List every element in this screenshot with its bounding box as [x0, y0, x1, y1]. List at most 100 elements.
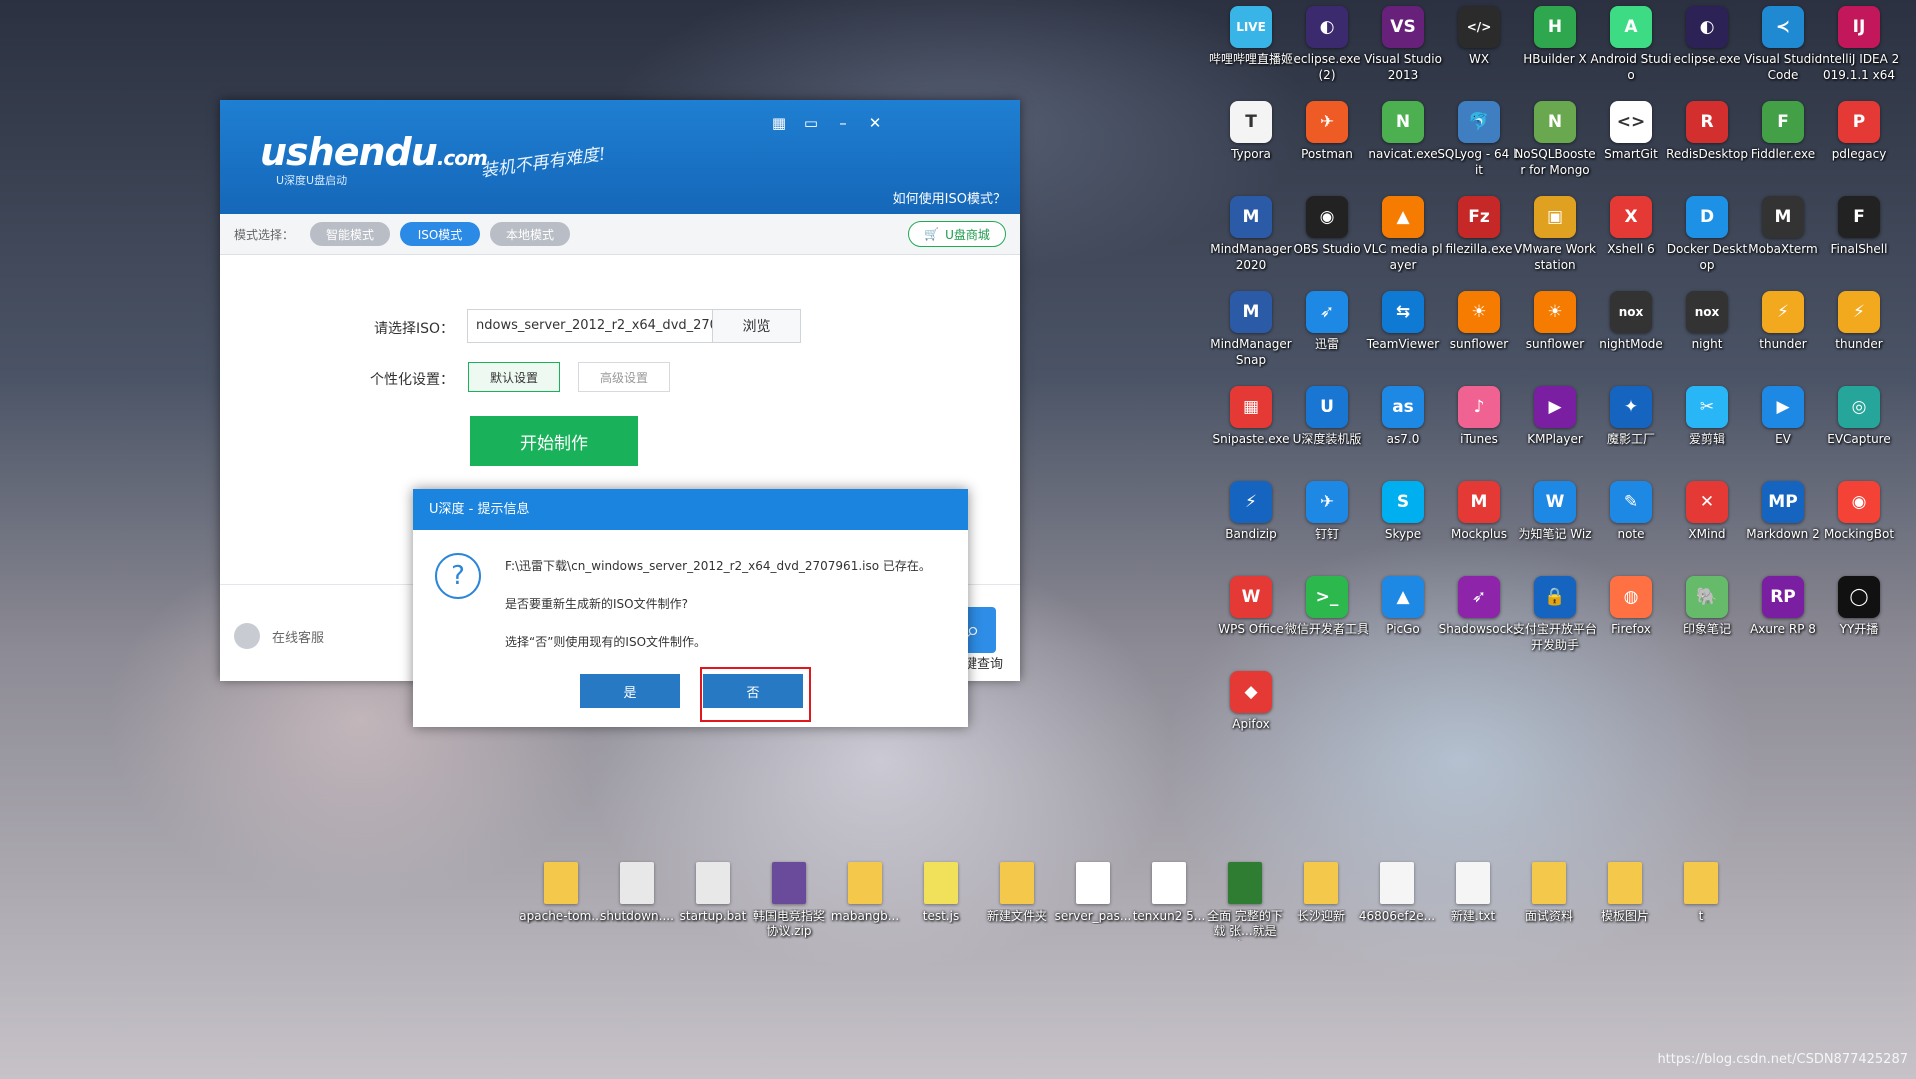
desktop-file[interactable]: 新建文件夹: [980, 862, 1054, 952]
mode-tab-local[interactable]: 本地模式: [490, 222, 570, 246]
mode-tab-smart[interactable]: 智能模式: [310, 222, 390, 246]
query-label[interactable]: 键查询: [964, 653, 1003, 672]
desktop-shortcut-label: as7.0: [1386, 432, 1420, 446]
desktop-shortcut[interactable]: as as7.0: [1366, 386, 1440, 476]
desktop-shortcut[interactable]: ▶ EV: [1746, 386, 1820, 476]
desktop-shortcut[interactable]: S Skype: [1366, 481, 1440, 571]
desktop-shortcut[interactable]: ◍ Firefox: [1594, 576, 1668, 666]
desktop-file[interactable]: t: [1664, 862, 1738, 952]
desktop-shortcut[interactable]: ➶ 迅雷: [1290, 291, 1364, 381]
desktop-shortcut[interactable]: W 为知笔记 Wiz: [1518, 481, 1592, 571]
desktop-shortcut[interactable]: W WPS Office: [1214, 576, 1288, 666]
desktop-shortcut[interactable]: R RedisDesktop: [1666, 101, 1748, 191]
desktop-shortcut-label: filezilla.exe: [1445, 242, 1513, 256]
desktop-shortcut[interactable]: T Typora: [1214, 101, 1288, 191]
desktop-shortcut[interactable]: ♪ iTunes: [1442, 386, 1516, 476]
desktop-shortcut[interactable]: ◆ Apifox: [1214, 671, 1288, 761]
desktop-shortcut[interactable]: ◎ EVCapture: [1822, 386, 1896, 476]
minimize-button[interactable]: –: [832, 112, 854, 134]
desktop-shortcut[interactable]: ▦ Snipaste.exe: [1213, 386, 1289, 476]
desktop-shortcut[interactable]: >_ 微信开发者工具: [1285, 576, 1369, 666]
desktop-shortcut[interactable]: RP Axure RP 8: [1746, 576, 1820, 666]
desktop-shortcut[interactable]: ◯ YY开播: [1822, 576, 1896, 666]
desktop-shortcut[interactable]: ☀ sunflower: [1518, 291, 1592, 381]
desktop-shortcut[interactable]: ☀ sunflower: [1442, 291, 1516, 381]
desktop-shortcut[interactable]: ◐ eclipse.exe: [1670, 6, 1744, 96]
desktop-shortcut[interactable]: ⇆ TeamViewer: [1366, 291, 1440, 381]
desktop-file[interactable]: mabangb...: [828, 862, 902, 952]
desktop-file[interactable]: startup.bat: [676, 862, 750, 952]
desktop-shortcut[interactable]: ▣ VMware Workstation: [1514, 196, 1596, 286]
message-icon[interactable]: ▭: [800, 112, 822, 134]
desktop-file[interactable]: 新建.txt: [1436, 862, 1510, 952]
desktop-shortcut[interactable]: ✎ note: [1594, 481, 1668, 571]
desktop-shortcut[interactable]: A Android Studio: [1590, 6, 1672, 96]
desktop-shortcut[interactable]: LIVE 哔哩哔哩直播姬: [1209, 6, 1293, 96]
desktop-shortcut[interactable]: ✦ 魔影工厂: [1594, 386, 1668, 476]
desktop-shortcut[interactable]: nox night: [1670, 291, 1744, 381]
desktop-file[interactable]: apache-tom...: [519, 862, 603, 952]
desktop-file[interactable]: 46806ef2e...: [1359, 862, 1435, 952]
desktop-shortcut[interactable]: ⚡ thunder: [1822, 291, 1896, 381]
desktop-shortcut[interactable]: Nnavicat.exe: [1366, 101, 1440, 191]
desktop-shortcut[interactable]: M MobaXterm: [1746, 196, 1820, 286]
skin-icon[interactable]: ▦: [768, 112, 790, 134]
desktop-shortcut[interactable]: M MindManager Snap: [1210, 291, 1292, 381]
desktop-shortcut[interactable]: ▶ KMPlayer: [1518, 386, 1592, 476]
desktop-shortcut[interactable]: ◐ eclipse.exe (2): [1290, 6, 1364, 96]
desktop-shortcut[interactable]: ✂ 爱剪辑: [1670, 386, 1744, 476]
desktop-shortcut[interactable]: IJ IntelliJ IDEA 2019.1.1 x64: [1819, 6, 1899, 96]
desktop-shortcut[interactable]: 🐬 SQLyog - 64 bit: [1437, 101, 1521, 191]
desktop-shortcut[interactable]: ◉ OBS Studio: [1290, 196, 1364, 286]
desktop-shortcut[interactable]: F FinalShell: [1822, 196, 1896, 286]
mode-tab-iso[interactable]: ISO模式: [400, 222, 480, 246]
desktop-shortcut[interactable]: U U深度装机版: [1290, 386, 1364, 476]
desktop-file[interactable]: tenxun2 5...: [1132, 862, 1206, 952]
desktop-shortcut[interactable]: ⚡ thunder: [1746, 291, 1820, 381]
yes-button[interactable]: 是: [580, 674, 680, 708]
desktop-shortcut[interactable]: D Docker Desktop: [1667, 196, 1747, 286]
default-settings-button[interactable]: 默认设置: [468, 362, 560, 392]
desktop-shortcut[interactable]: ➶ Shadowsocks: [1439, 576, 1519, 666]
desktop-shortcut[interactable]: Fz filezilla.exe: [1442, 196, 1516, 286]
desktop-shortcut[interactable]: <> SmartGit: [1594, 101, 1668, 191]
desktop-shortcut[interactable]: ✕ XMind: [1670, 481, 1744, 571]
desktop-shortcut[interactable]: VS Visual Studio 2013: [1364, 6, 1442, 96]
desktop-shortcut[interactable]: N NoSQLBooster for Mongo: [1514, 101, 1596, 191]
desktop-shortcut[interactable]: X Xshell 6: [1594, 196, 1668, 286]
desktop-file[interactable]: shutdown....: [600, 862, 674, 952]
advanced-settings-button[interactable]: 高级设置: [578, 362, 670, 392]
desktop-file[interactable]: 模板图片: [1588, 862, 1662, 952]
customer-service-icon[interactable]: [234, 623, 260, 649]
desktop-shortcut[interactable]: ◉ MockingBot: [1822, 481, 1896, 571]
online-service-link[interactable]: 在线客服: [272, 627, 324, 646]
desktop-shortcut[interactable]: ✈ 钉钉: [1290, 481, 1364, 571]
desktop-shortcut[interactable]: 🔒 支付宝开放平台开发助手: [1513, 576, 1597, 666]
desktop-file[interactable]: test.js: [904, 862, 978, 952]
desktop-shortcut[interactable]: ≺ Visual Studio Code: [1744, 6, 1822, 96]
desktop-shortcut[interactable]: nox nightMode: [1594, 291, 1668, 381]
close-button[interactable]: ✕: [864, 112, 886, 134]
desktop-shortcut[interactable]: ▲ VLC media player: [1363, 196, 1443, 286]
desktop-shortcut[interactable]: M MindManager 2020: [1210, 196, 1292, 286]
usb-shop-button[interactable]: 🛒 U盘商城: [908, 221, 1006, 247]
desktop-file[interactable]: 韩国电竞指奖 协议.zip: [752, 862, 826, 952]
desktop-shortcut[interactable]: F Fiddler.exe: [1746, 101, 1820, 191]
desktop-shortcut[interactable]: ✈ Postman: [1290, 101, 1364, 191]
desktop-shortcut[interactable]: H HBuilder X: [1518, 6, 1592, 96]
desktop-shortcut[interactable]: ⚡ Bandizip: [1214, 481, 1288, 571]
desktop-shortcut[interactable]: Ppdlegacy: [1822, 101, 1896, 191]
desktop-file[interactable]: server_pas...: [1055, 862, 1131, 952]
start-button[interactable]: 开始制作: [470, 416, 638, 466]
desktop-file[interactable]: 长沙迎新: [1284, 862, 1358, 952]
iso-path-input[interactable]: ndows_server_2012_r2_x64_dvd_2707961.iso: [467, 309, 713, 343]
howto-iso-link[interactable]: 如何使用ISO模式？: [893, 188, 1006, 207]
desktop-shortcut[interactable]: ▲ PicGo: [1366, 576, 1440, 666]
desktop-shortcut[interactable]: </> WX: [1442, 6, 1516, 96]
desktop-shortcut[interactable]: 🐘 印象笔记: [1670, 576, 1744, 666]
desktop-file[interactable]: 全面 完整的下载 张...就是上...: [1207, 862, 1283, 952]
browse-button[interactable]: 浏览: [713, 309, 801, 343]
desktop-shortcut[interactable]: MP Markdown 2: [1746, 481, 1820, 571]
desktop-shortcut[interactable]: M Mockplus: [1442, 481, 1516, 571]
desktop-file[interactable]: 面试资料: [1512, 862, 1586, 952]
